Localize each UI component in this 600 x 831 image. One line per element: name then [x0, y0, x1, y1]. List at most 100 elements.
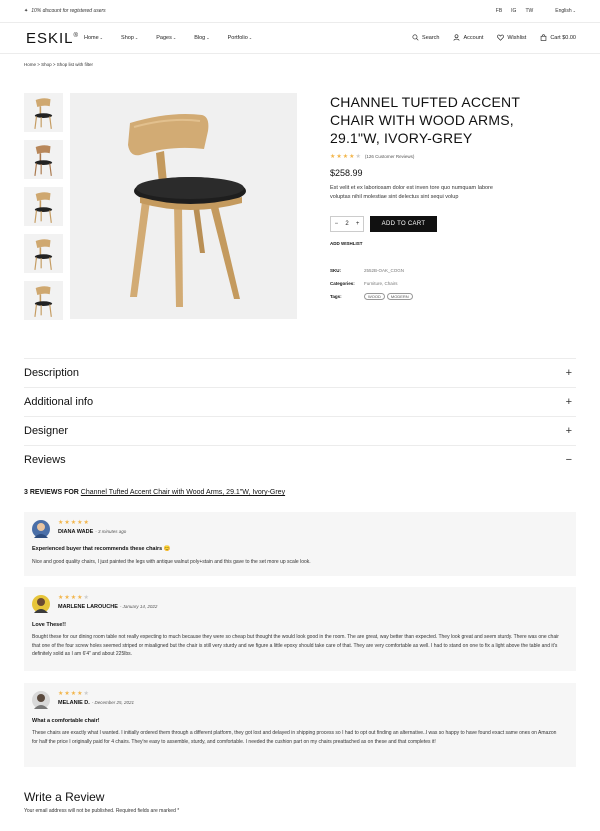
- chair-image: [34, 286, 53, 317]
- review-body: Nice and good quality chairs, I just pai…: [32, 559, 311, 565]
- tag-modern[interactable]: MODERN: [386, 293, 413, 300]
- wishlist-button[interactable]: Wishlist: [497, 34, 526, 41]
- star-rating-icon: ★★★★★: [58, 595, 90, 601]
- chair-image: [34, 98, 53, 129]
- write-review-note: Your email address will not be published…: [24, 808, 180, 814]
- tags-row: Tags: WOOD MODERN: [330, 290, 415, 303]
- sparkle-icon: ✦: [24, 8, 29, 14]
- plus-icon: +: [565, 396, 572, 408]
- star-rating-icon: ★★★★★: [58, 691, 90, 697]
- top-right: FB IG TW English⌄: [496, 8, 576, 14]
- product-link[interactable]: Channel Tufted Accent Chair with Wood Ar…: [81, 489, 285, 496]
- qty-increase-button[interactable]: +: [356, 221, 360, 227]
- review-count: (126 Customer Reviews): [364, 154, 415, 159]
- chevron-down-icon: ⌄: [248, 35, 253, 40]
- categories-row: Categories: Furniture, Chairs: [330, 277, 415, 290]
- product-rating[interactable]: ★★★★★ (126 Customer Reviews): [330, 153, 414, 160]
- logo[interactable]: ESKIL®: [26, 30, 79, 47]
- tags-label: Tags:: [330, 294, 342, 299]
- sku-value: 2552B-OAK_COGN: [364, 268, 405, 273]
- reviewer-name: MELANIE D. - December 25, 2021: [58, 700, 135, 706]
- tag-wood[interactable]: WOOD: [364, 293, 385, 300]
- star-rating-icon: ★★★★★: [58, 520, 90, 526]
- product-price: $258.99: [330, 168, 363, 178]
- qty-decrease-button[interactable]: −: [335, 221, 339, 227]
- review-date: - December 25, 2021: [91, 700, 135, 705]
- thumbnail[interactable]: [24, 187, 63, 226]
- review-card: ★★★★★ MELANIE D. - December 25, 2021 What…: [24, 683, 576, 767]
- accordion-label: Reviews: [24, 454, 66, 466]
- chair-image: [34, 239, 53, 270]
- review-date: - 3 minutes ago: [95, 529, 127, 534]
- search-button[interactable]: Search: [412, 34, 439, 41]
- social-link-tw[interactable]: TW: [525, 8, 533, 14]
- categories-value[interactable]: Furniture, Chairs: [364, 281, 398, 286]
- add-wishlist-link[interactable]: ADD WISHLIST: [330, 241, 363, 246]
- thumbnail[interactable]: [24, 281, 63, 320]
- cart-button[interactable]: Cart $0.00: [540, 34, 576, 41]
- social-links: FB IG TW: [496, 8, 533, 14]
- plus-icon: +: [565, 425, 572, 437]
- review-card: ★★★★★ DIANA WADE - 3 minutes ago Experien…: [24, 512, 576, 576]
- accordion-additional-info[interactable]: Additional info +: [24, 387, 576, 416]
- review-title: Experienced buyer that recommends these …: [32, 546, 171, 552]
- review-title: What a comfortable chair!: [32, 718, 100, 724]
- nav-shop[interactable]: Shop⌄: [121, 35, 138, 41]
- chevron-down-icon: ⌄: [99, 35, 104, 40]
- chevron-down-icon: ⌄: [134, 35, 139, 40]
- nav-blog[interactable]: Blog⌄: [194, 35, 209, 41]
- qty-value[interactable]: 2: [345, 221, 348, 227]
- user-icon: [454, 34, 460, 41]
- language-select[interactable]: English⌄: [555, 8, 576, 14]
- site-header: ESKIL® Home⌄ Shop⌄ Pages⌄ Blog⌄ Portfoli…: [0, 23, 600, 54]
- main-nav: Home⌄ Shop⌄ Pages⌄ Blog⌄ Portfolio⌄: [84, 35, 252, 41]
- chevron-down-icon: ⌄: [572, 8, 576, 13]
- nav-home[interactable]: Home⌄: [84, 35, 103, 41]
- chevron-down-icon: ⌄: [206, 35, 210, 40]
- reviewer-name: MARLENE LAROUCHE - January 14, 2022: [58, 604, 158, 610]
- search-icon: [412, 34, 419, 41]
- accordion-designer[interactable]: Designer +: [24, 416, 576, 445]
- minus-icon: −: [565, 454, 572, 466]
- nav-portfolio[interactable]: Portfolio⌄: [228, 35, 253, 41]
- categories-label: Categories:: [330, 281, 355, 286]
- product-meta: SKU: 2552B-OAK_COGN Categories: Furnitur…: [330, 264, 415, 303]
- avatar: [32, 595, 50, 613]
- accordion-reviews[interactable]: Reviews −: [24, 445, 576, 474]
- social-link-fb[interactable]: FB: [496, 8, 502, 14]
- thumbnail[interactable]: [24, 93, 63, 132]
- social-link-ig[interactable]: IG: [511, 8, 516, 14]
- product-description: Est velit et ex laboriosam dolor est inv…: [330, 185, 493, 200]
- reviewer-name: DIANA WADE - 3 minutes ago: [58, 529, 127, 535]
- breadcrumb[interactable]: Home > Shop > Shop list with filter: [24, 62, 93, 67]
- sku-row: SKU: 2552B-OAK_COGN: [330, 264, 415, 277]
- product-main-image[interactable]: [70, 93, 297, 319]
- sku-label: SKU:: [330, 268, 341, 273]
- accordion-label: Designer: [24, 425, 69, 437]
- thumbnail[interactable]: [24, 140, 63, 179]
- thumbnail-list: [24, 93, 63, 328]
- avatar: [32, 520, 50, 538]
- accordion-description[interactable]: Description +: [24, 358, 576, 387]
- thumbnail[interactable]: [24, 234, 63, 273]
- avatar: [32, 691, 50, 709]
- accordion-label: Description: [24, 367, 80, 379]
- product-title: CHANNEL TUFTED ACCENT CHAIR WITH WOOD AR…: [330, 94, 520, 146]
- review-card: ★★★★★ MARLENE LAROUCHE - January 14, 2022…: [24, 587, 576, 671]
- account-button[interactable]: Account: [453, 34, 483, 41]
- chair-image: [34, 145, 53, 176]
- quantity-stepper: − 2 +: [330, 216, 364, 232]
- chevron-down-icon: ⌄: [172, 35, 177, 40]
- nav-pages[interactable]: Pages⌄: [156, 35, 176, 41]
- add-to-cart-button[interactable]: ADD TO CART: [370, 216, 437, 232]
- write-review-title: Write a Review: [24, 790, 105, 804]
- star-rating-icon: ★★★★★: [330, 154, 362, 160]
- chair-image: [128, 114, 246, 307]
- accordion-label: Additional info: [24, 396, 94, 408]
- reviews-heading: 3 REVIEWS FOR Channel Tufted Accent Chai…: [24, 489, 286, 496]
- review-body: Bought these for our dining room table n…: [32, 634, 559, 657]
- chair-image: [34, 192, 53, 223]
- promo-text: ✦ 10% discount for registered users: [24, 8, 106, 14]
- heart-icon: [497, 34, 505, 41]
- review-date: - January 14, 2022: [119, 604, 158, 609]
